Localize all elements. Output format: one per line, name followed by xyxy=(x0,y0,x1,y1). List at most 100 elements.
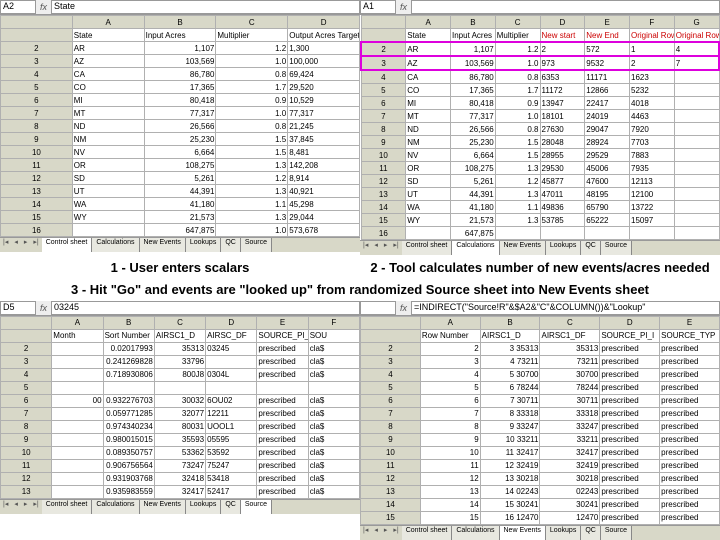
grid-cell[interactable]: prescribed xyxy=(660,342,720,355)
grid-cell[interactable]: 32077 xyxy=(154,407,205,420)
grid-cell[interactable]: 10 xyxy=(1,146,73,159)
sheet-tab[interactable]: Lookups xyxy=(186,238,221,252)
grid-cell[interactable]: 12 xyxy=(361,472,421,485)
grid-cell[interactable] xyxy=(674,123,719,136)
grid-cell[interactable]: 1.1 xyxy=(495,201,540,214)
grid-cell[interactable]: prescribed xyxy=(257,420,308,433)
grid-cell[interactable]: 4018 xyxy=(630,97,675,110)
grid-cell[interactable]: AR xyxy=(72,42,144,55)
grid-cell[interactable]: prescribed xyxy=(600,355,660,368)
grid-cell[interactable]: 41,180 xyxy=(451,201,496,214)
formula-input[interactable]: =INDIRECT("Source!R"&$A2&"C"&COLUMN())&"… xyxy=(411,301,720,315)
header-cell[interactable]: AIRSC1_D xyxy=(480,329,540,342)
col-header[interactable]: C xyxy=(154,316,205,329)
grid-cell[interactable]: prescribed xyxy=(660,433,720,446)
grid-cell[interactable]: 3 xyxy=(1,55,73,68)
header-cell[interactable]: AIRSC1_D xyxy=(154,329,205,342)
grid-cell[interactable]: 12211 xyxy=(206,407,257,420)
grid-cell[interactable]: cla$ xyxy=(308,459,359,472)
grid-cell[interactable]: 1.0 xyxy=(216,107,288,120)
grid-cell[interactable]: prescribed xyxy=(660,446,720,459)
grid-cell[interactable]: 86,780 xyxy=(144,68,216,81)
grid-cell[interactable]: prescribed xyxy=(257,407,308,420)
grid-cell[interactable]: 13 xyxy=(1,185,73,198)
grid-cell[interactable]: AZ xyxy=(72,55,144,68)
grid-cell[interactable]: prescribed xyxy=(660,355,720,368)
col-header[interactable]: A xyxy=(420,316,480,329)
grid-cell[interactable]: 4 xyxy=(1,368,52,381)
name-box[interactable] xyxy=(360,301,396,315)
name-box[interactable]: D5 xyxy=(0,301,36,315)
grid-cell[interactable]: 44,391 xyxy=(144,185,216,198)
grid-cell[interactable]: 5,261 xyxy=(144,172,216,185)
grid-cell[interactable]: 2 xyxy=(361,342,421,355)
grid-cell[interactable]: 13 xyxy=(361,188,406,201)
grid-cell[interactable]: NV xyxy=(72,146,144,159)
grid-cell[interactable] xyxy=(52,407,103,420)
col-header[interactable]: A xyxy=(52,316,103,329)
grid-cell[interactable]: MI xyxy=(406,97,451,110)
grid-cell[interactable]: 24019 xyxy=(585,110,630,123)
grid-cell[interactable]: 8 xyxy=(361,123,406,136)
grid-cell[interactable] xyxy=(103,381,154,394)
grid-cell[interactable]: 29529 xyxy=(585,149,630,162)
grid-cell[interactable]: 14 xyxy=(361,498,421,511)
grid-cell[interactable]: 1.0 xyxy=(495,110,540,123)
tab-nav-next[interactable]: ▸ xyxy=(381,526,391,540)
grid-cell[interactable]: cla$ xyxy=(308,446,359,459)
col-header[interactable]: F xyxy=(630,16,675,29)
grid-cell[interactable]: 5,261 xyxy=(451,175,496,188)
col-header[interactable]: D xyxy=(206,316,257,329)
header-cell[interactable]: Month xyxy=(52,329,103,342)
sheet-tab[interactable]: Lookups xyxy=(186,500,221,514)
grid-cell[interactable]: 26,566 xyxy=(144,120,216,133)
grid-cell[interactable]: 16 xyxy=(1,224,73,237)
grid-cell[interactable] xyxy=(308,381,359,394)
grid-cell[interactable]: 12113 xyxy=(630,175,675,188)
grid-cell[interactable]: 8,481 xyxy=(288,146,360,159)
grid-cell[interactable]: NM xyxy=(72,133,144,146)
grid-cell[interactable]: prescribed xyxy=(257,472,308,485)
grid-cell[interactable]: 48195 xyxy=(585,188,630,201)
grid-cell[interactable] xyxy=(72,224,144,237)
sheet-tab[interactable]: QC xyxy=(581,241,601,255)
sheet-tab[interactable]: Calculations xyxy=(92,500,139,514)
grid-cell[interactable]: 6,664 xyxy=(144,146,216,159)
grid-cell[interactable] xyxy=(52,381,103,394)
tab-nav-next[interactable]: ▸ xyxy=(21,238,31,252)
grid-cell[interactable]: 29,044 xyxy=(288,211,360,224)
grid-cell[interactable] xyxy=(674,97,719,110)
grid-cell[interactable]: 1.2 xyxy=(495,42,540,56)
grid-cell[interactable]: UOOL1 xyxy=(206,420,257,433)
header-cell[interactable] xyxy=(1,29,73,42)
grid-cell[interactable]: 800J8 xyxy=(154,368,205,381)
grid-cell[interactable]: 3 35313 xyxy=(480,342,540,355)
grid-cell[interactable]: prescribed xyxy=(257,459,308,472)
col-header[interactable] xyxy=(1,316,52,329)
grid-cell[interactable]: prescribed xyxy=(660,368,720,381)
grid-cell[interactable]: 32417 xyxy=(540,446,600,459)
grid-cell[interactable]: 10 xyxy=(361,446,421,459)
grid-cell[interactable]: 13 xyxy=(420,485,480,498)
grid-cell[interactable]: prescribed xyxy=(600,433,660,446)
grid-cell[interactable]: 573,678 xyxy=(288,224,360,237)
grid-cell[interactable]: prescribed xyxy=(660,394,720,407)
grid-cell[interactable]: prescribed xyxy=(600,511,660,524)
grid-cell[interactable]: ND xyxy=(72,120,144,133)
grid-cell[interactable]: cla$ xyxy=(308,355,359,368)
grid-cell[interactable]: 75247 xyxy=(206,459,257,472)
grid-cell[interactable]: 1.3 xyxy=(216,159,288,172)
grid-cell[interactable]: 1.5 xyxy=(495,136,540,149)
grid-cell[interactable]: 9 xyxy=(361,136,406,149)
grid-cell[interactable] xyxy=(52,459,103,472)
grid-cell[interactable]: 80031 xyxy=(154,420,205,433)
grid-cell[interactable]: 11172 xyxy=(540,84,585,97)
grid-cell[interactable]: 1.5 xyxy=(216,133,288,146)
grid-cell[interactable]: 86,780 xyxy=(451,70,496,84)
grid-cell[interactable]: MT xyxy=(406,110,451,123)
tab-nav-prev[interactable]: ◂ xyxy=(11,500,21,514)
spreadsheet-grid[interactable]: ABCDERow NumberAIRSC1_DAIRSC1_DFSOURCE_P… xyxy=(360,316,720,525)
grid-cell[interactable]: 7 30711 xyxy=(480,394,540,407)
sheet-tab[interactable]: Calculations xyxy=(92,238,139,252)
header-cell[interactable]: Original Row Start xyxy=(630,29,675,43)
